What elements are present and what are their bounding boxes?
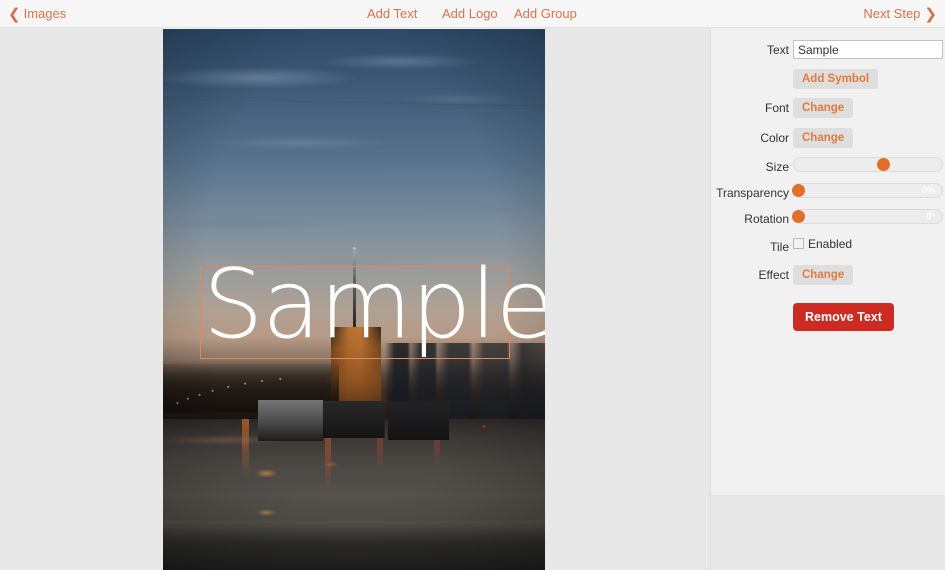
properties-panel-footer — [711, 495, 945, 570]
add-symbol-button[interactable]: Add Symbol — [793, 69, 879, 89]
size-slider-handle[interactable] — [876, 158, 890, 171]
tile-label: Tile — [770, 240, 789, 254]
transparency-slider-handle[interactable] — [792, 184, 806, 197]
rotation-slider-value: 0° — [926, 211, 935, 221]
transparency-slider-value: 0% — [921, 185, 935, 195]
font-change-button[interactable]: Change — [793, 98, 854, 118]
back-to-images-link[interactable]: ❮ Images — [8, 0, 66, 28]
effect-change-button[interactable]: Change — [793, 265, 854, 285]
text-selection-box[interactable]: Sample — [200, 250, 545, 360]
add-text-button[interactable]: Add Text — [367, 0, 417, 27]
top-toolbar: ❮ Images Add Text Add Logo Add Group Next… — [0, 0, 945, 28]
text-input[interactable] — [793, 40, 943, 59]
color-change-button[interactable]: Change — [793, 128, 854, 148]
add-logo-button[interactable]: Add Logo — [442, 0, 498, 27]
chevron-left-icon: ❮ — [8, 6, 21, 23]
font-label: Font — [764, 101, 789, 115]
next-step-label: Next Step — [863, 6, 921, 21]
preview-photo[interactable]: Sample — [163, 29, 545, 570]
watermark-text: Sample — [203, 250, 545, 360]
chevron-right-icon: ❯ — [924, 6, 937, 23]
size-slider[interactable] — [793, 157, 943, 172]
add-group-button[interactable]: Add Group — [514, 0, 577, 27]
rotation-slider-handle[interactable] — [792, 210, 806, 223]
tile-enabled-label: Enabled — [808, 237, 853, 251]
tile-enabled-checkbox[interactable] — [793, 238, 804, 249]
remove-text-button[interactable]: Remove Text — [793, 303, 894, 331]
rotation-slider[interactable]: 0° — [792, 209, 943, 224]
properties-panel: Text Add Symbol Font Change Color Change… — [710, 28, 945, 570]
text-label: Text — [766, 43, 789, 57]
size-label: Size — [765, 160, 789, 174]
effect-label: Effect — [758, 268, 789, 282]
editor-workspace: Sample — [0, 28, 710, 570]
color-label: Color — [760, 131, 789, 145]
next-step-button[interactable]: Next Step ❯ — [863, 0, 937, 28]
transparency-slider[interactable]: 0% — [792, 183, 943, 198]
properties-panel-body: Text Add Symbol Font Change Color Change… — [711, 28, 945, 495]
transparency-label: Transparency — [716, 186, 789, 200]
rotation-label: Rotation — [744, 212, 789, 226]
back-to-images-label: Images — [23, 6, 67, 21]
